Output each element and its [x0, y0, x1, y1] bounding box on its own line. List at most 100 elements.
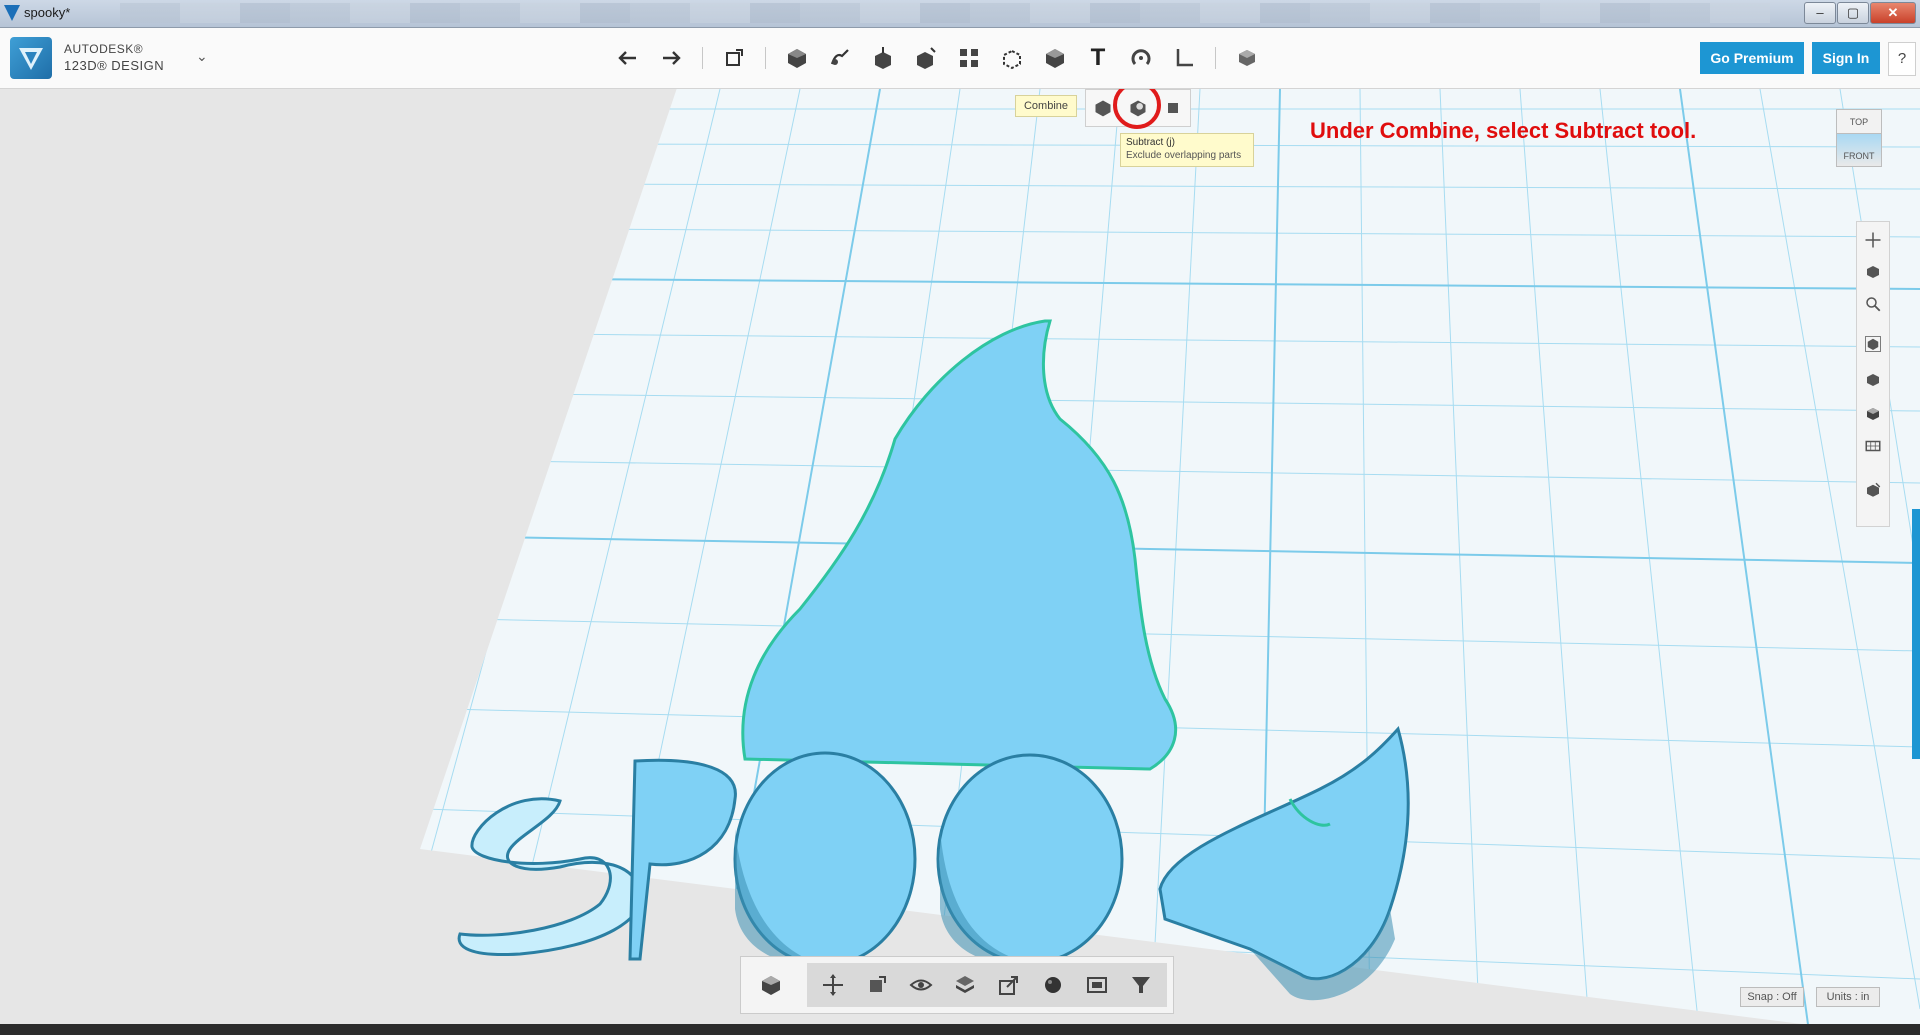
smart-scale-button[interactable]: [855, 965, 899, 1005]
bottom-quick-toolbar: [740, 956, 1174, 1014]
viewcube-front-face[interactable]: FRONT: [1836, 133, 1882, 167]
titlebar-background: [120, 3, 1770, 23]
primitive-cube-icon: [788, 49, 806, 68]
toolbar-divider: [1215, 47, 1216, 69]
export-button[interactable]: [987, 965, 1031, 1005]
funnel-icon: [1132, 977, 1150, 993]
pan-button[interactable]: [1861, 228, 1885, 252]
snap-magnet-icon: [1131, 49, 1151, 65]
eye-icon: [909, 979, 933, 991]
grouping-tool-button[interactable]: [994, 42, 1030, 74]
material-tool-button[interactable]: [1229, 42, 1265, 74]
app-window-icon: [4, 5, 20, 21]
main-toolbar: AUTODESK® 123D® DESIGN ⌄ T Go Premium Si…: [0, 28, 1920, 89]
grid-icon: [1865, 440, 1881, 452]
combine-tool-button[interactable]: [1037, 42, 1073, 74]
text-tool-icon: T: [1090, 44, 1106, 71]
scale-cube-icon: [870, 976, 886, 992]
tooltip-description: Exclude overlapping parts: [1126, 150, 1242, 161]
navigation-bar: [1856, 221, 1890, 527]
grid-toggle-button[interactable]: [1861, 434, 1885, 458]
close-button[interactable]: ✕: [1870, 2, 1916, 24]
combine-cube-icon: [1046, 49, 1064, 68]
export-arrow-icon: [999, 976, 1018, 995]
toolbar-divider: [765, 47, 766, 69]
pattern-tool-button[interactable]: [951, 42, 987, 74]
selection-filter-button[interactable]: [749, 963, 793, 1007]
undo-button[interactable]: [610, 42, 646, 74]
intersect-icon: [1167, 103, 1178, 113]
merge-icon: [1095, 100, 1111, 117]
combine-label: Combine: [1015, 95, 1077, 117]
orbit-icon: [1867, 266, 1879, 278]
move-button[interactable]: [811, 965, 855, 1005]
sketch-pencil-icon: [830, 49, 849, 65]
instruction-annotation: Under Combine, select Subtract tool.: [1310, 118, 1697, 143]
toolbar-divider: [702, 47, 703, 69]
selection-cube-icon: [762, 976, 780, 995]
app-menu-chevron-icon[interactable]: ⌄: [196, 48, 208, 65]
right-panel-tab[interactable]: [1912, 509, 1920, 759]
measure-button[interactable]: [1075, 965, 1119, 1005]
pattern-grid-icon: [960, 49, 978, 67]
viewcube-top-face[interactable]: TOP: [1836, 109, 1882, 135]
window-controls: – ▢ ✕: [1804, 2, 1916, 24]
minimize-button[interactable]: –: [1804, 2, 1836, 24]
group-button[interactable]: [943, 965, 987, 1005]
go-premium-button[interactable]: Go Premium: [1700, 42, 1804, 74]
modify-tool-button[interactable]: [908, 42, 944, 74]
maximize-button[interactable]: ▢: [1837, 2, 1869, 24]
tool-row: T: [610, 42, 1272, 74]
sketch-tool-button[interactable]: [822, 42, 858, 74]
material-sphere-icon: [1045, 977, 1061, 993]
measure-tool-button[interactable]: [1166, 42, 1202, 74]
brand-product: 123D® DESIGN: [64, 58, 165, 73]
construct-tool-button[interactable]: [865, 42, 901, 74]
sign-in-button[interactable]: Sign In: [1812, 42, 1880, 74]
app-logo-icon[interactable]: [10, 37, 52, 79]
quick-actions-group: [807, 963, 1167, 1007]
subtract-tooltip: Subtract (j) Exclude overlapping parts: [1120, 133, 1254, 167]
redo-arrow-icon: [663, 51, 681, 65]
intersect-button[interactable]: [1159, 94, 1187, 122]
pan-icon: [1865, 232, 1881, 248]
view-cube[interactable]: TOP FRONT: [1834, 109, 1882, 169]
perspective-button[interactable]: [1861, 402, 1885, 426]
snap-tool-button[interactable]: [1123, 42, 1159, 74]
fit-view-button[interactable]: [1861, 332, 1885, 356]
grouping-cube-icon: [1003, 49, 1021, 70]
undo-arrow-icon: [618, 51, 636, 65]
primitives-tool-button[interactable]: [779, 42, 815, 74]
measure-box-icon: [1087, 977, 1107, 993]
help-button[interactable]: ?: [1888, 42, 1916, 76]
units-status[interactable]: Units : in: [1816, 987, 1880, 1007]
window-titlebar: spooky* – ▢ ✕: [0, 0, 1920, 28]
snap-status[interactable]: Snap : Off: [1740, 987, 1804, 1007]
redo-button[interactable]: [653, 42, 689, 74]
move-arrows-icon: [823, 974, 843, 996]
material-button[interactable]: [1031, 965, 1075, 1005]
fit-view-icon: [1865, 336, 1881, 352]
measure-ruler-icon: [1176, 49, 1193, 67]
material-view-button[interactable]: [1861, 478, 1885, 502]
material-cube-icon: [1239, 50, 1255, 66]
zoom-button[interactable]: [1861, 292, 1885, 316]
transform-tool-button[interactable]: [716, 42, 752, 74]
construct-cube-icon: [875, 47, 891, 69]
filter-button[interactable]: [1119, 965, 1163, 1005]
text-tool-button[interactable]: T: [1080, 42, 1116, 74]
orbit-button[interactable]: [1861, 260, 1885, 284]
scene-canvas: [420, 89, 1920, 1035]
zoom-magnifier-icon: [1866, 297, 1881, 312]
view-mode-button[interactable]: [1861, 368, 1885, 392]
transform-cube-icon: [726, 49, 743, 66]
material-view-icon: [1867, 482, 1881, 497]
perspective-cube-icon: [1867, 408, 1879, 420]
stack-icon: [956, 976, 974, 993]
window-title: spooky*: [24, 5, 71, 20]
modify-cube-icon: [917, 47, 936, 69]
taskbar-edge: [0, 1024, 1920, 1035]
3d-viewport[interactable]: Combine Subtract (j) Exclude overlapping…: [0, 89, 1920, 1035]
visibility-button[interactable]: [899, 965, 943, 1005]
solid-cube-icon: [1867, 374, 1879, 386]
